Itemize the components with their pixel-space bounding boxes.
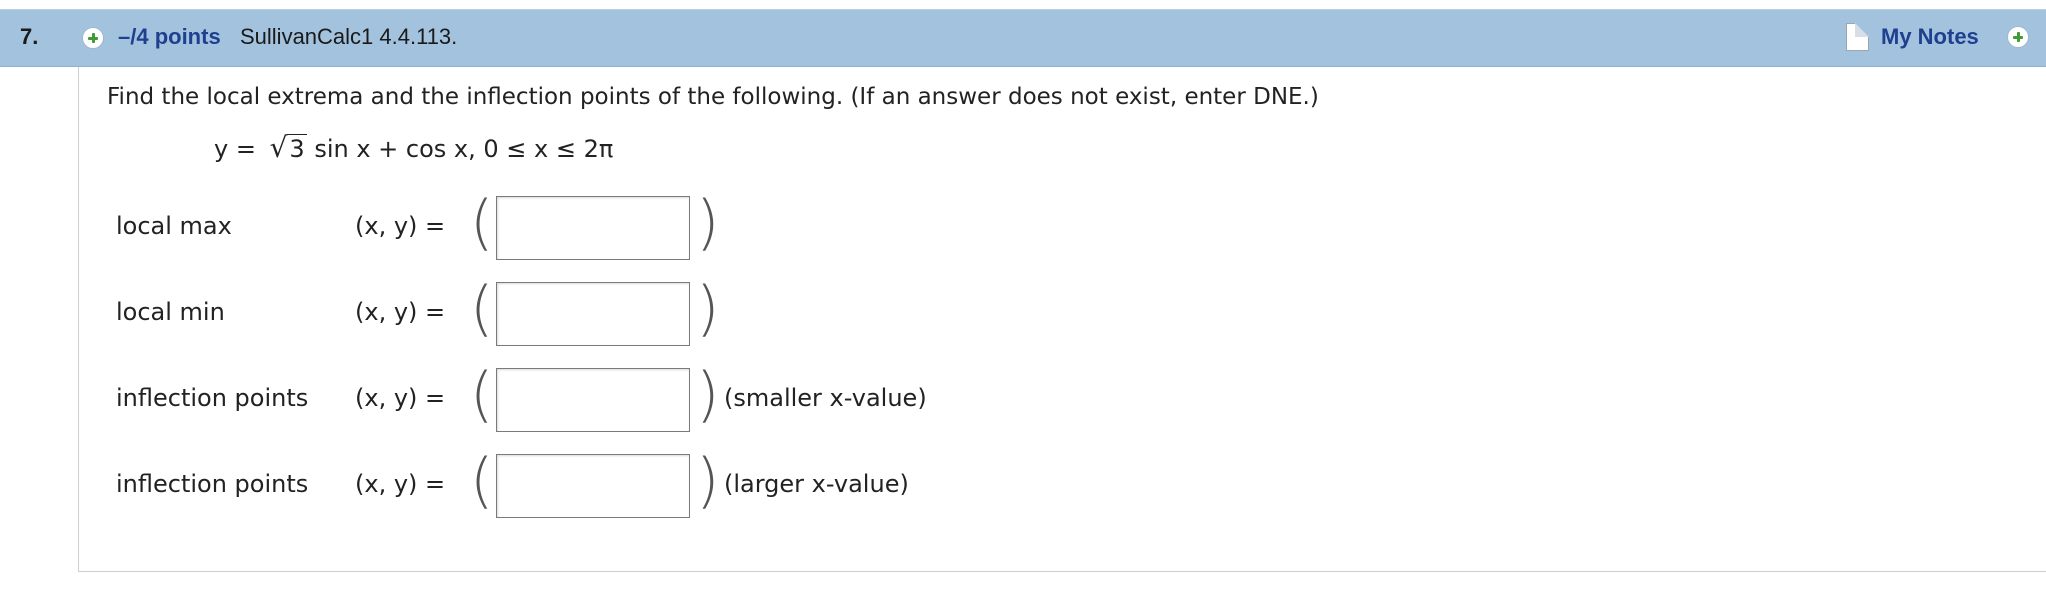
local-max-input[interactable]: [496, 196, 690, 260]
problem-prompt: Find the local extrema and the inflectio…: [107, 84, 1319, 110]
xy-label: (x, y) =: [355, 298, 446, 326]
sqrt-symbol: √3: [269, 131, 307, 164]
equation: y = √3 sin x + cos x, 0 ≤ x ≤ 2π: [214, 131, 613, 164]
answer-row-inflection-smaller: inflection points (x, y) = ( ) (smaller …: [0, 362, 1000, 434]
row-label: local min: [116, 298, 225, 326]
left-paren: (: [470, 360, 494, 430]
xy-label: (x, y) =: [355, 384, 446, 412]
equation-rest: sin x + cos x, 0 ≤ x ≤ 2π: [306, 135, 614, 163]
inflection-smaller-input[interactable]: [496, 368, 690, 432]
plus-icon[interactable]: [2007, 26, 2029, 48]
inflection-larger-input[interactable]: [496, 454, 690, 518]
question-source: SullivanCalc1 4.4.113.: [240, 24, 458, 49]
left-paren: (: [470, 274, 494, 344]
xy-label: (x, y) =: [355, 470, 446, 498]
right-paren: ): [696, 274, 720, 344]
points-link[interactable]: –/4 points: [118, 24, 221, 50]
xy-label: (x, y) =: [355, 212, 446, 240]
equation-radicand: 3: [287, 134, 307, 163]
left-paren: (: [470, 188, 494, 258]
right-paren: ): [696, 360, 720, 430]
row-label: inflection points: [116, 470, 309, 498]
row-hint: (smaller x-value): [724, 384, 927, 412]
answer-row-inflection-larger: inflection points (x, y) = ( ) (larger x…: [0, 448, 1000, 520]
question-number: 7.: [20, 24, 39, 49]
row-hint: (larger x-value): [724, 470, 909, 498]
answer-row-local-min: local min (x, y) = ( ): [0, 276, 1000, 348]
left-paren: (: [470, 446, 494, 516]
plus-icon[interactable]: [82, 27, 104, 49]
right-paren: ): [696, 188, 720, 258]
question-header: 7. –/4 points SullivanCalc1 4.4.113. My …: [0, 10, 2046, 67]
row-label: inflection points: [116, 384, 309, 412]
equation-lhs: y =: [214, 135, 264, 163]
row-label: local max: [116, 212, 232, 240]
right-paren: ): [696, 446, 720, 516]
note-icon[interactable]: [1846, 23, 1869, 51]
my-notes-link[interactable]: My Notes: [1881, 24, 1979, 50]
local-min-input[interactable]: [496, 282, 690, 346]
answer-row-local-max: local max (x, y) = ( ): [0, 190, 1000, 262]
